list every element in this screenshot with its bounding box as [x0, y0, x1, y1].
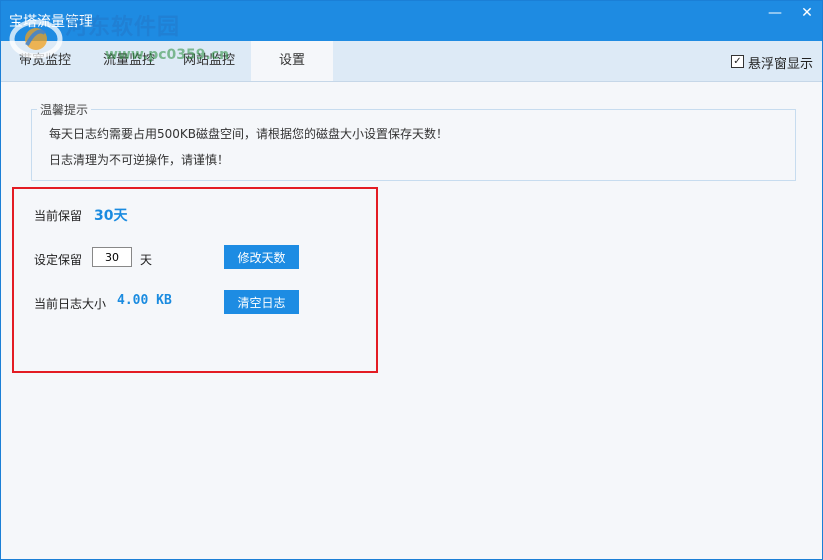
app-window: 宝塔流量管理 — ✕ 带宽监控 流量监控 网站监控 设置 ✓ 悬浮窗显示 河东软… — [0, 0, 823, 560]
days-unit-label: 天 — [140, 253, 153, 267]
tab-settings[interactable]: 设置 — [251, 41, 333, 81]
log-size-value: 4.00 KB — [117, 293, 172, 308]
float-window-label: 悬浮窗显示 — [748, 57, 814, 72]
float-window-checkbox[interactable]: ✓ — [731, 55, 744, 68]
retain-days-input[interactable] — [92, 247, 132, 267]
clear-log-button[interactable]: 清空日志 — [224, 290, 299, 314]
current-retain-value: 30天 — [94, 208, 128, 224]
tab-bandwidth-monitor[interactable]: 带宽监控 — [1, 41, 89, 81]
current-retain-label: 当前保留 — [34, 209, 83, 223]
tips-title: 温馨提示 — [37, 101, 92, 118]
set-retain-label: 设定保留 — [34, 253, 83, 267]
tab-traffic-monitor[interactable]: 流量监控 — [89, 41, 169, 81]
log-size-label: 当前日志大小 — [34, 297, 107, 311]
tab-site-monitor[interactable]: 网站监控 — [169, 41, 249, 81]
tips-line-disk-usage: 每天日志约需要占用500KB磁盘空间，请根据您的磁盘大小设置保存天数！ — [49, 127, 449, 141]
title-bar[interactable]: 宝塔流量管理 — ✕ — [1, 1, 822, 41]
window-title: 宝塔流量管理 — [9, 14, 93, 30]
tab-bar: 带宽监控 流量监控 网站监控 设置 ✓ 悬浮窗显示 — [1, 41, 822, 82]
tips-panel: 温馨提示 每天日志约需要占用500KB磁盘空间，请根据您的磁盘大小设置保存天数！… — [31, 101, 796, 181]
modify-days-button[interactable]: 修改天数 — [224, 245, 299, 269]
tips-line-irreversible: 日志清理为不可逆操作，请谨慎！ — [49, 153, 230, 167]
close-button[interactable]: ✕ — [791, 1, 823, 25]
minimize-button[interactable]: — — [759, 1, 791, 25]
